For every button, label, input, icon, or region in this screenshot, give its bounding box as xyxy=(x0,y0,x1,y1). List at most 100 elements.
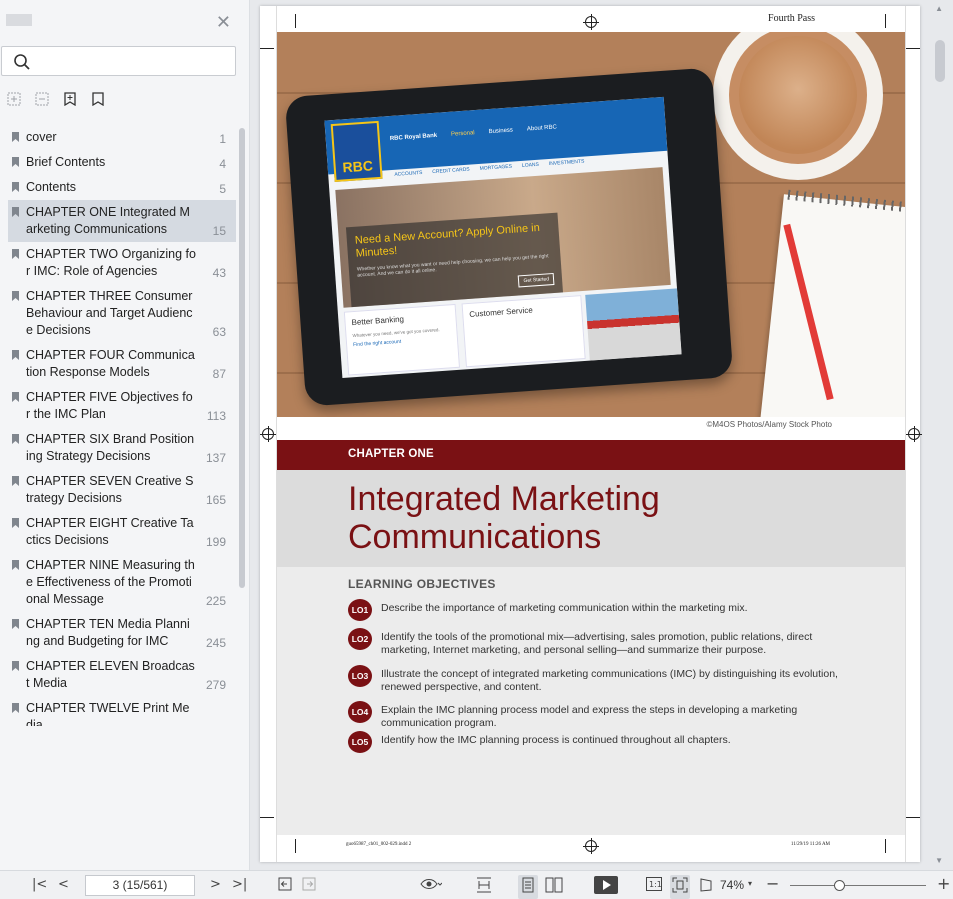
forward-view-icon[interactable] xyxy=(302,877,316,895)
objective-text: Identify how the IMC planning process is… xyxy=(381,734,731,746)
zoom-level[interactable]: 74% xyxy=(720,878,744,892)
rbc-subnav-item: CREDIT CARDS xyxy=(432,166,470,176)
last-page-icon[interactable]: >| xyxy=(232,877,247,892)
objective-text: Identify the tools of the promotional mi… xyxy=(381,631,813,656)
photo-credit: ©M4OS Photos/Alamy Stock Photo xyxy=(706,420,832,429)
fit-page-icon[interactable] xyxy=(670,875,690,899)
bookmark-page-number: 199 xyxy=(205,535,226,549)
sidebar-header: ✕ xyxy=(0,0,249,44)
objective-badge: LO5 xyxy=(348,731,372,753)
learning-objectives: LEARNING OBJECTIVES LO1 Describe the imp… xyxy=(277,567,905,835)
bookmark-icon xyxy=(12,619,19,629)
bookmark-page-number: 5 xyxy=(219,182,226,196)
coffee xyxy=(729,32,867,164)
pdf-page: Fourth Pass RBC RBC Royal Bank Personal … xyxy=(260,6,922,862)
bookmark-item[interactable]: Brief Contents 4 xyxy=(8,150,236,175)
add-bookmark-icon[interactable] xyxy=(62,90,78,108)
rbc-hero-button: Get Started xyxy=(518,272,555,288)
bookmark-item[interactable]: CHAPTER EIGHT Creative Tactics Decisions… xyxy=(8,511,236,553)
objective-text: Describe the importance of marketing com… xyxy=(381,602,748,614)
bookmark-item[interactable]: CHAPTER SEVEN Creative Strategy Decision… xyxy=(8,469,236,511)
rbc-card: Better Banking Whatever you need, we've … xyxy=(343,303,461,376)
zoom-slider[interactable] xyxy=(790,885,926,886)
actual-size-icon[interactable]: 1:1 xyxy=(646,877,662,895)
back-view-icon[interactable] xyxy=(278,877,292,895)
rbc-subnav-item: MORTGAGES xyxy=(479,163,513,172)
bookmark-label: CHAPTER SIX Brand Positioning Strategy D… xyxy=(26,432,195,463)
rbc-card-image xyxy=(585,288,682,361)
bookmark-icon xyxy=(12,207,19,217)
zoom-in-icon[interactable]: + xyxy=(937,874,950,893)
rbc-card-heading: Better Banking xyxy=(351,314,405,328)
registration-mark xyxy=(583,14,599,30)
bookmark-label: cover xyxy=(26,130,57,144)
rbc-subnav-item: INVESTMENTS xyxy=(548,158,585,168)
expand-all-icon[interactable] xyxy=(6,90,22,108)
bookmark-icon[interactable] xyxy=(90,90,106,108)
bookmark-item[interactable]: CHAPTER TWO Organizing for IMC: Role of … xyxy=(8,242,236,284)
slug-right: 11/29/19 11:26 AM xyxy=(790,842,830,847)
tablet-screen: RBC RBC Royal Bank Personal Business Abo… xyxy=(324,96,682,378)
bookmark-item[interactable]: CHAPTER TEN Media Planning and Budgeting… xyxy=(8,612,236,654)
eye-care-icon[interactable] xyxy=(420,877,443,895)
bookmark-item[interactable]: CHAPTER NINE Measuring the Effectiveness… xyxy=(8,553,236,612)
objective-badge: LO4 xyxy=(348,701,372,723)
zoom-mode-icon[interactable] xyxy=(698,877,714,897)
bookmark-icon xyxy=(12,157,19,167)
zoom-out-icon[interactable]: − xyxy=(766,874,779,893)
rbc-bank-name: RBC Royal Bank xyxy=(389,132,438,143)
crop-mark xyxy=(885,14,886,28)
close-icon[interactable]: ✕ xyxy=(216,12,231,33)
rbc-nav: RBC Royal Bank Personal Business About R… xyxy=(390,124,557,142)
bookmark-item[interactable]: CHAPTER ELEVEN Broadcast Media 279 xyxy=(8,654,236,696)
bookmark-label: CHAPTER THREE Consumer Behaviour and Tar… xyxy=(26,289,193,337)
registration-mark xyxy=(583,838,599,854)
two-page-icon[interactable] xyxy=(545,877,563,897)
bookmark-item[interactable]: Contents 5 xyxy=(8,175,236,200)
first-page-icon[interactable]: |< xyxy=(32,877,47,892)
spiral-rings xyxy=(787,189,905,216)
sidebar-scrollbar[interactable] xyxy=(239,128,245,588)
previous-page-icon[interactable]: < xyxy=(58,877,69,892)
bookmark-page-number: 87 xyxy=(212,367,226,381)
bookmark-item-selected[interactable]: CHAPTER ONE Integrated Marketing Communi… xyxy=(8,200,236,242)
bookmarks-sidebar: ✕ cover 1 Brief Contents 4 Contents 5 CH… xyxy=(0,0,250,870)
play-icon[interactable] xyxy=(594,876,618,898)
bookmark-icon xyxy=(12,132,19,142)
document-view[interactable]: ▲ ▼ Fourth Pass RBC RBC Royal Bank Perso… xyxy=(250,0,953,870)
bookmark-icon xyxy=(12,518,19,528)
bookmark-item[interactable]: CHAPTER FIVE Objectives for the IMC Plan… xyxy=(8,385,236,427)
bookmark-item[interactable]: CHAPTER THREE Consumer Behaviour and Tar… xyxy=(8,284,236,343)
bookmark-label: CHAPTER FIVE Objectives for the IMC Plan xyxy=(26,390,193,421)
page-number-input[interactable]: 3 (15/561) xyxy=(85,875,195,896)
bookmark-page-number: 279 xyxy=(205,678,226,692)
bookmark-item[interactable]: CHAPTER TWELVE Print Media xyxy=(8,696,236,726)
scroll-down-icon[interactable]: ▼ xyxy=(935,856,943,865)
next-page-icon[interactable]: > xyxy=(210,877,221,892)
document-scrollbar[interactable] xyxy=(935,40,945,82)
notepad xyxy=(758,189,905,417)
bookmark-item[interactable]: CHAPTER FOUR Communication Response Mode… xyxy=(8,343,236,385)
bookmark-page-number: 43 xyxy=(212,266,226,280)
search-icon xyxy=(14,54,30,70)
bookmark-item[interactable]: cover 1 xyxy=(8,125,236,150)
bookmark-label: CHAPTER TWO Organizing for IMC: Role of … xyxy=(26,247,196,278)
objective-text: Illustrate the concept of integrated mar… xyxy=(381,668,838,693)
registration-mark xyxy=(260,426,276,442)
bookmark-icon xyxy=(12,392,19,402)
slug-left: guo65987_ch01_002-029.indd 2 xyxy=(346,842,412,847)
bookmark-tools xyxy=(6,90,106,110)
zoom-dropdown-icon[interactable]: ▾ xyxy=(748,879,752,888)
bookmark-page-number: 137 xyxy=(205,451,226,465)
bookmark-page-number: 63 xyxy=(212,325,226,339)
bookmark-list: cover 1 Brief Contents 4 Contents 5 CHAPTER… xyxy=(8,125,236,726)
rbc-hero-box: Need a New Account? Apply Online in Minu… xyxy=(345,212,563,308)
fit-width-icon[interactable] xyxy=(476,877,492,897)
chapter-title: Integrated Marketing Communications xyxy=(348,480,660,556)
collapse-all-icon[interactable] xyxy=(34,90,50,108)
zoom-slider-knob[interactable] xyxy=(834,880,845,891)
scroll-up-icon[interactable]: ▲ xyxy=(935,4,943,13)
bookmark-item[interactable]: CHAPTER SIX Brand Positioning Strategy D… xyxy=(8,427,236,469)
bookmark-search-input[interactable] xyxy=(1,46,236,76)
single-page-icon[interactable] xyxy=(518,875,538,899)
